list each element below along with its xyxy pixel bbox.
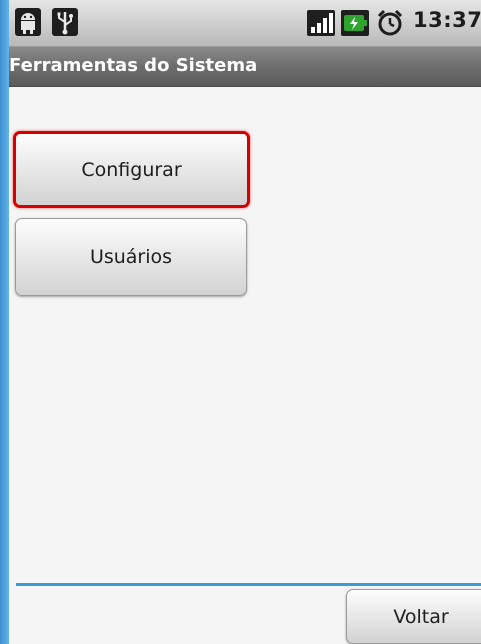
voltar-button[interactable]: Voltar <box>346 589 481 644</box>
usuarios-button[interactable]: Usuários <box>15 218 247 296</box>
title-bar: Ferramentas do Sistema <box>9 47 481 87</box>
page-title: Ferramentas do Sistema <box>9 55 258 76</box>
usb-icon <box>52 8 78 36</box>
signal-icon <box>307 10 335 36</box>
battery-icon <box>341 10 369 36</box>
configurar-button[interactable]: Configurar <box>13 131 250 208</box>
status-bar: 13:37 <box>9 0 481 47</box>
android-notification-icon <box>15 8 41 36</box>
alarm-icon <box>375 8 405 38</box>
status-time: 13:37 <box>413 8 481 32</box>
device-frame <box>0 0 9 644</box>
bottom-divider <box>16 583 481 586</box>
app-screen: 13:37 Ferramentas do Sistema Configurar … <box>9 0 481 644</box>
